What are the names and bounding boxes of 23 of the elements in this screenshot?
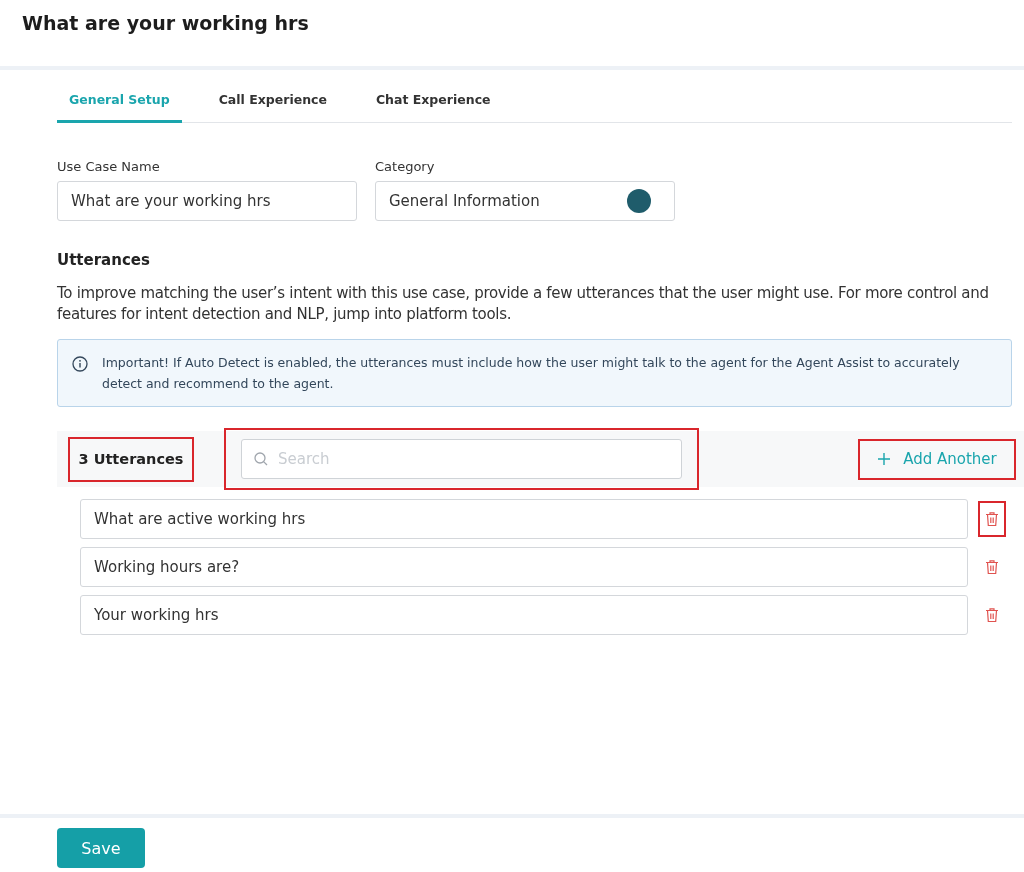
tab[interactable]: Chat Experience: [363, 82, 503, 123]
utterance-field[interactable]: Working hours are?: [80, 547, 968, 587]
trash-icon: [985, 559, 999, 575]
page-title: What are your working hrs: [22, 12, 310, 34]
trash-icon: [985, 511, 999, 527]
section-heading: Utterances: [57, 251, 151, 269]
delete-button[interactable]: [983, 509, 1001, 529]
delete-button[interactable]: [983, 557, 1001, 577]
utterance-field[interactable]: What are active working hrs: [80, 499, 968, 539]
trash-icon: [985, 607, 999, 623]
search-icon: [253, 451, 269, 467]
field-label: Use Case Name: [57, 159, 161, 174]
utterance-field[interactable]: Your working hrs: [80, 595, 968, 635]
tab[interactable]: Call Experience: [206, 82, 339, 123]
category-field[interactable]: General Information: [375, 181, 675, 221]
plus-icon: [877, 452, 892, 466]
delete-button[interactable]: [983, 605, 1001, 625]
field-label: Category: [375, 159, 436, 174]
name-field[interactable]: What are your working hrs: [57, 181, 357, 221]
description-text: To improve matching the user’s intent with this use case, provide a few utterances that the user might use. For more control and features for intent detection and NLP, jump into platform tools.: [57, 283, 990, 325]
notice-text: Important! If Auto Detect is enabled, the utterances must include how the user might talk to the agent for the Agent Assist to accurately detect and recommend to the agent.: [102, 354, 961, 393]
utterance-count: 3 Utterances: [78, 451, 184, 467]
info-icon: [72, 356, 88, 372]
